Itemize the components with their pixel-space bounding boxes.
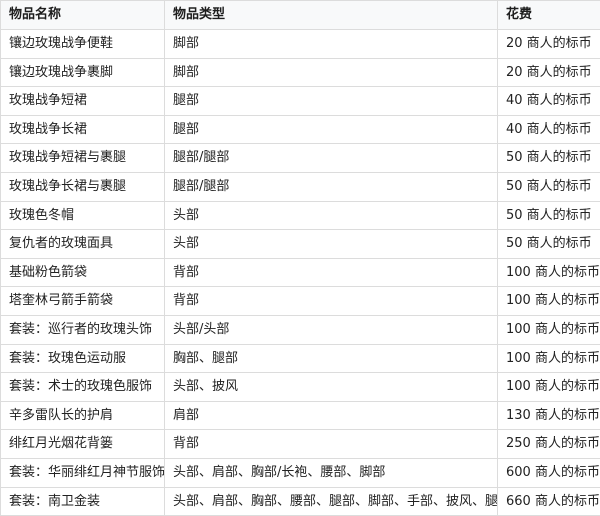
- cell-item-name: 镶边玫瑰战争便鞋: [0, 29, 165, 59]
- cell-item-type: 脚部: [164, 57, 498, 88]
- cell-item-type: 腿部/腿部: [164, 171, 498, 202]
- cell-item-type: 腿部: [164, 114, 498, 145]
- table-row: 镶边玫瑰战争便鞋 脚部 20 商人的标币: [0, 29, 600, 59]
- table-row: 玫瑰战争长裙 腿部 40 商人的标币: [0, 114, 600, 145]
- table-row: 塔奎林弓箭手箭袋 背部 100 商人的标币: [0, 286, 600, 316]
- cell-cost: 600 商人的标币: [497, 457, 600, 488]
- cell-item-name: 套装：巡行者的玫瑰头饰: [0, 314, 165, 345]
- table-row: 套装：巡行者的玫瑰头饰 头部/头部 100 商人的标币: [0, 314, 600, 345]
- cell-item-name: 玫瑰战争长裙: [0, 114, 165, 145]
- table-row: 玫瑰战争长裙与裹腿 腿部/腿部 50 商人的标币: [0, 171, 600, 202]
- table-row: 套装：术士的玫瑰色服饰 头部、披风 100 商人的标币: [0, 372, 600, 402]
- cell-item-type: 头部: [164, 229, 498, 259]
- table-row: 玫瑰战争短裙与裹腿 腿部/腿部 50 商人的标币: [0, 143, 600, 173]
- cell-item-name: 复仇者的玫瑰面具: [0, 229, 165, 259]
- cell-item-name: 套装：术士的玫瑰色服饰: [0, 372, 165, 402]
- cell-item-name: 玫瑰战争短裙与裹腿: [0, 143, 165, 173]
- cell-cost: 40 商人的标币: [497, 86, 600, 116]
- cell-cost: 100 商人的标币: [497, 257, 600, 288]
- cell-item-type: 背部: [164, 429, 498, 459]
- cell-item-name: 玫瑰战争长裙与裹腿: [0, 171, 165, 202]
- cell-item-name: 玫瑰战争短裙: [0, 86, 165, 116]
- cell-cost: 100 商人的标币: [497, 314, 600, 345]
- cell-item-type: 腿部/腿部: [164, 143, 498, 173]
- cell-cost: 50 商人的标币: [497, 143, 600, 173]
- cell-item-type: 背部: [164, 286, 498, 316]
- table-row: 玫瑰色冬帽 头部 50 商人的标币: [0, 200, 600, 231]
- cell-item-type: 头部/头部: [164, 314, 498, 345]
- cell-item-type: 腿部: [164, 86, 498, 116]
- cell-item-name: 镶边玫瑰战争裹脚: [0, 57, 165, 88]
- header-item-type: 物品类型: [164, 0, 498, 30]
- cell-cost: 100 商人的标币: [497, 372, 600, 402]
- cell-item-name: 绯红月光烟花背篓: [0, 429, 165, 459]
- cell-cost: 50 商人的标币: [497, 200, 600, 231]
- cell-item-name: 辛多雷队长的护肩: [0, 400, 165, 431]
- table-row: 套装：华丽绯红月神节服饰 头部、肩部、胸部/长袍、腰部、脚部 600 商人的标币: [0, 457, 600, 488]
- cell-item-type: 胸部、腿部: [164, 343, 498, 374]
- table-body: 镶边玫瑰战争便鞋 脚部 20 商人的标币 镶边玫瑰战争裹脚 脚部 20 商人的标币 玫瑰…: [0, 29, 600, 516]
- cell-cost: 100 商人的标币: [497, 343, 600, 374]
- cell-item-type: 头部、肩部、胸部/长袍、腰部、脚部: [164, 457, 498, 488]
- header-row: 物品名称 物品类型 花费: [0, 0, 600, 30]
- header-item-name: 物品名称: [0, 0, 165, 30]
- table-row: 套装：南卫金装 头部、肩部、胸部、腰部、腿部、脚部、手部、披风、腿部 660 商人的…: [0, 486, 600, 516]
- cell-cost: 50 商人的标币: [497, 171, 600, 202]
- table-row: 套装：玫瑰色运动服 胸部、腿部 100 商人的标币: [0, 343, 600, 374]
- items-table: 物品名称 物品类型 花费 镶边玫瑰战争便鞋 脚部 20 商人的标币 镶边玫瑰战争裹脚…: [0, 0, 600, 516]
- cell-cost: 20 商人的标币: [497, 57, 600, 88]
- cell-item-name: 套装：华丽绯红月神节服饰: [0, 457, 165, 488]
- header-cost: 花费: [497, 0, 600, 30]
- cell-cost: 100 商人的标币: [497, 286, 600, 316]
- cell-cost: 130 商人的标币: [497, 400, 600, 431]
- cell-cost: 660 商人的标币: [497, 486, 600, 516]
- cell-cost: 50 商人的标币: [497, 229, 600, 259]
- table-row: 辛多雷队长的护肩 肩部 130 商人的标币: [0, 400, 600, 431]
- cell-item-type: 肩部: [164, 400, 498, 431]
- cell-item-name: 套装：玫瑰色运动服: [0, 343, 165, 374]
- table-row: 绯红月光烟花背篓 背部 250 商人的标币: [0, 429, 600, 459]
- cell-item-name: 基础粉色箭袋: [0, 257, 165, 288]
- cell-cost: 250 商人的标币: [497, 429, 600, 459]
- cell-item-type: 背部: [164, 257, 498, 288]
- cell-cost: 40 商人的标币: [497, 114, 600, 145]
- table-row: 复仇者的玫瑰面具 头部 50 商人的标币: [0, 229, 600, 259]
- cell-item-type: 头部、肩部、胸部、腰部、腿部、脚部、手部、披风、腿部: [164, 486, 498, 516]
- cell-item-name: 塔奎林弓箭手箭袋: [0, 286, 165, 316]
- table-header: 物品名称 物品类型 花费: [0, 0, 600, 30]
- cell-item-type: 头部: [164, 200, 498, 231]
- cell-item-type: 脚部: [164, 29, 498, 59]
- cell-item-name: 套装：南卫金装: [0, 486, 165, 516]
- cell-item-name: 玫瑰色冬帽: [0, 200, 165, 231]
- table-row: 玫瑰战争短裙 腿部 40 商人的标币: [0, 86, 600, 116]
- table-row: 基础粉色箭袋 背部 100 商人的标币: [0, 257, 600, 288]
- table-row: 镶边玫瑰战争裹脚 脚部 20 商人的标币: [0, 57, 600, 88]
- cell-cost: 20 商人的标币: [497, 29, 600, 59]
- cell-item-type: 头部、披风: [164, 372, 498, 402]
